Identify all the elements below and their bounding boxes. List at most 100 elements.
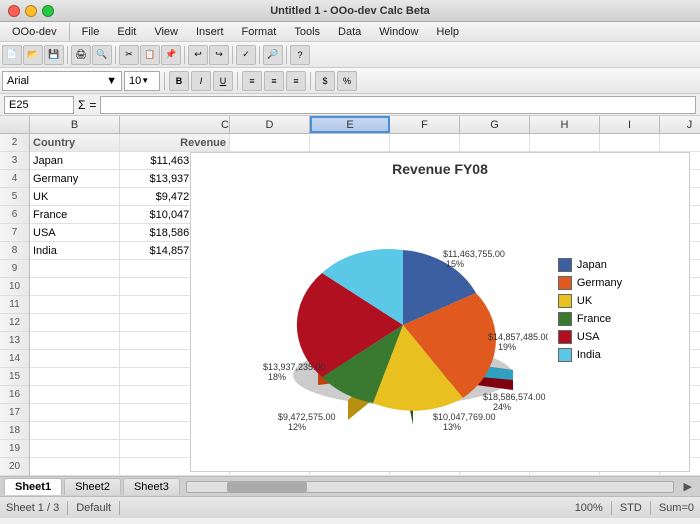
menu-insert[interactable]: Insert: [188, 25, 232, 39]
cell-b9[interactable]: [30, 260, 120, 277]
font-size-box[interactable]: 10 ▼: [124, 71, 160, 91]
cell-b15[interactable]: [30, 368, 120, 385]
copy-button[interactable]: 📋: [140, 45, 160, 65]
cell-b6[interactable]: France: [30, 206, 120, 223]
row-header-12[interactable]: 12: [0, 314, 29, 332]
horizontal-scrollbar[interactable]: [186, 481, 674, 493]
open-button[interactable]: 📂: [23, 45, 43, 65]
cell-b12[interactable]: [30, 314, 120, 331]
font-size-dropdown-icon[interactable]: ▼: [141, 76, 149, 85]
find-button[interactable]: 🔎: [263, 45, 283, 65]
minimize-button[interactable]: [25, 5, 37, 17]
cell-b14[interactable]: [30, 350, 120, 367]
font-name-box[interactable]: Arial ▼: [2, 71, 122, 91]
pie-chart[interactable]: Revenue FY08: [190, 152, 690, 472]
align-center-button[interactable]: ≡: [264, 71, 284, 91]
paste-button[interactable]: 📌: [161, 45, 181, 65]
menu-tools[interactable]: Tools: [286, 25, 328, 39]
cell-g2[interactable]: [460, 134, 530, 151]
formula-input[interactable]: [100, 96, 696, 114]
new-button[interactable]: 📄: [2, 45, 22, 65]
cell-b20[interactable]: [30, 458, 120, 475]
cell-b10[interactable]: [30, 278, 120, 295]
cell-i2[interactable]: [600, 134, 660, 151]
row-header-15[interactable]: 15: [0, 368, 29, 386]
menu-data[interactable]: Data: [330, 25, 369, 39]
sheet-tab-2[interactable]: Sheet2: [64, 478, 121, 495]
cell-b7[interactable]: USA: [30, 224, 120, 241]
font-name-dropdown-icon[interactable]: ▼: [106, 75, 117, 87]
cell-b8[interactable]: India: [30, 242, 120, 259]
cell-b16[interactable]: [30, 386, 120, 403]
row-header-20[interactable]: 20: [0, 458, 29, 476]
close-button[interactable]: [8, 5, 20, 17]
function-icon[interactable]: =: [89, 98, 96, 112]
sheet-tab-1[interactable]: Sheet1: [4, 478, 62, 495]
cell-b19[interactable]: [30, 440, 120, 457]
align-left-button[interactable]: ≡: [242, 71, 262, 91]
undo-button[interactable]: ↩: [188, 45, 208, 65]
cut-button[interactable]: ✂: [119, 45, 139, 65]
menu-file[interactable]: File: [74, 25, 108, 39]
percent-button[interactable]: %: [337, 71, 357, 91]
header-country[interactable]: Country: [30, 134, 120, 151]
sheet-tab-3[interactable]: Sheet3: [123, 478, 180, 495]
row-header-2[interactable]: 2: [0, 134, 29, 152]
row-header-9[interactable]: 9: [0, 260, 29, 278]
cell-b11[interactable]: [30, 296, 120, 313]
app-name[interactable]: OOo-dev: [4, 25, 65, 39]
row-header-16[interactable]: 16: [0, 386, 29, 404]
row-header-10[interactable]: 10: [0, 278, 29, 296]
col-header-b[interactable]: B: [30, 116, 120, 133]
row-header-17[interactable]: 17: [0, 404, 29, 422]
menu-format[interactable]: Format: [234, 25, 285, 39]
cell-b3[interactable]: Japan: [30, 152, 120, 169]
cell-b4[interactable]: Germany: [30, 170, 120, 187]
menu-help[interactable]: Help: [428, 25, 467, 39]
italic-button[interactable]: I: [191, 71, 211, 91]
help-button[interactable]: ?: [290, 45, 310, 65]
col-header-f[interactable]: F: [390, 116, 460, 133]
row-header-7[interactable]: 7: [0, 224, 29, 242]
cell-b5[interactable]: UK: [30, 188, 120, 205]
header-revenue[interactable]: Revenue: [120, 134, 230, 151]
row-header-6[interactable]: 6: [0, 206, 29, 224]
sum-icon[interactable]: Σ: [78, 98, 85, 112]
underline-button[interactable]: U: [213, 71, 233, 91]
col-header-j[interactable]: J: [660, 116, 700, 133]
col-header-d[interactable]: D: [230, 116, 310, 133]
scroll-right-arrow[interactable]: ▶: [680, 480, 696, 493]
cell-j2[interactable]: [660, 134, 700, 151]
maximize-button[interactable]: [42, 5, 54, 17]
redo-button[interactable]: ↪: [209, 45, 229, 65]
col-header-c[interactable]: C: [120, 116, 230, 133]
menu-edit[interactable]: Edit: [109, 25, 144, 39]
align-right-button[interactable]: ≡: [286, 71, 306, 91]
print-preview-button[interactable]: 🔍: [92, 45, 112, 65]
cell-reference-box[interactable]: E25: [4, 96, 74, 114]
spell-button[interactable]: ✓: [236, 45, 256, 65]
menu-view[interactable]: View: [146, 25, 186, 39]
cell-b17[interactable]: [30, 404, 120, 421]
cell-h2[interactable]: [530, 134, 600, 151]
cell-e2[interactable]: [310, 134, 390, 151]
row-header-19[interactable]: 19: [0, 440, 29, 458]
cell-b13[interactable]: [30, 332, 120, 349]
cell-f2[interactable]: [390, 134, 460, 151]
row-header-8[interactable]: 8: [0, 242, 29, 260]
menu-window[interactable]: Window: [371, 25, 426, 39]
col-header-e[interactable]: E: [310, 116, 390, 133]
window-controls[interactable]: [8, 5, 54, 17]
row-header-11[interactable]: 11: [0, 296, 29, 314]
col-header-g[interactable]: G: [460, 116, 530, 133]
col-header-h[interactable]: H: [530, 116, 600, 133]
currency-button[interactable]: $: [315, 71, 335, 91]
cell-b18[interactable]: [30, 422, 120, 439]
row-header-14[interactable]: 14: [0, 350, 29, 368]
row-header-4[interactable]: 4: [0, 170, 29, 188]
row-header-5[interactable]: 5: [0, 188, 29, 206]
cell-d2[interactable]: [230, 134, 310, 151]
col-header-i[interactable]: I: [600, 116, 660, 133]
row-header-13[interactable]: 13: [0, 332, 29, 350]
row-header-3[interactable]: 3: [0, 152, 29, 170]
